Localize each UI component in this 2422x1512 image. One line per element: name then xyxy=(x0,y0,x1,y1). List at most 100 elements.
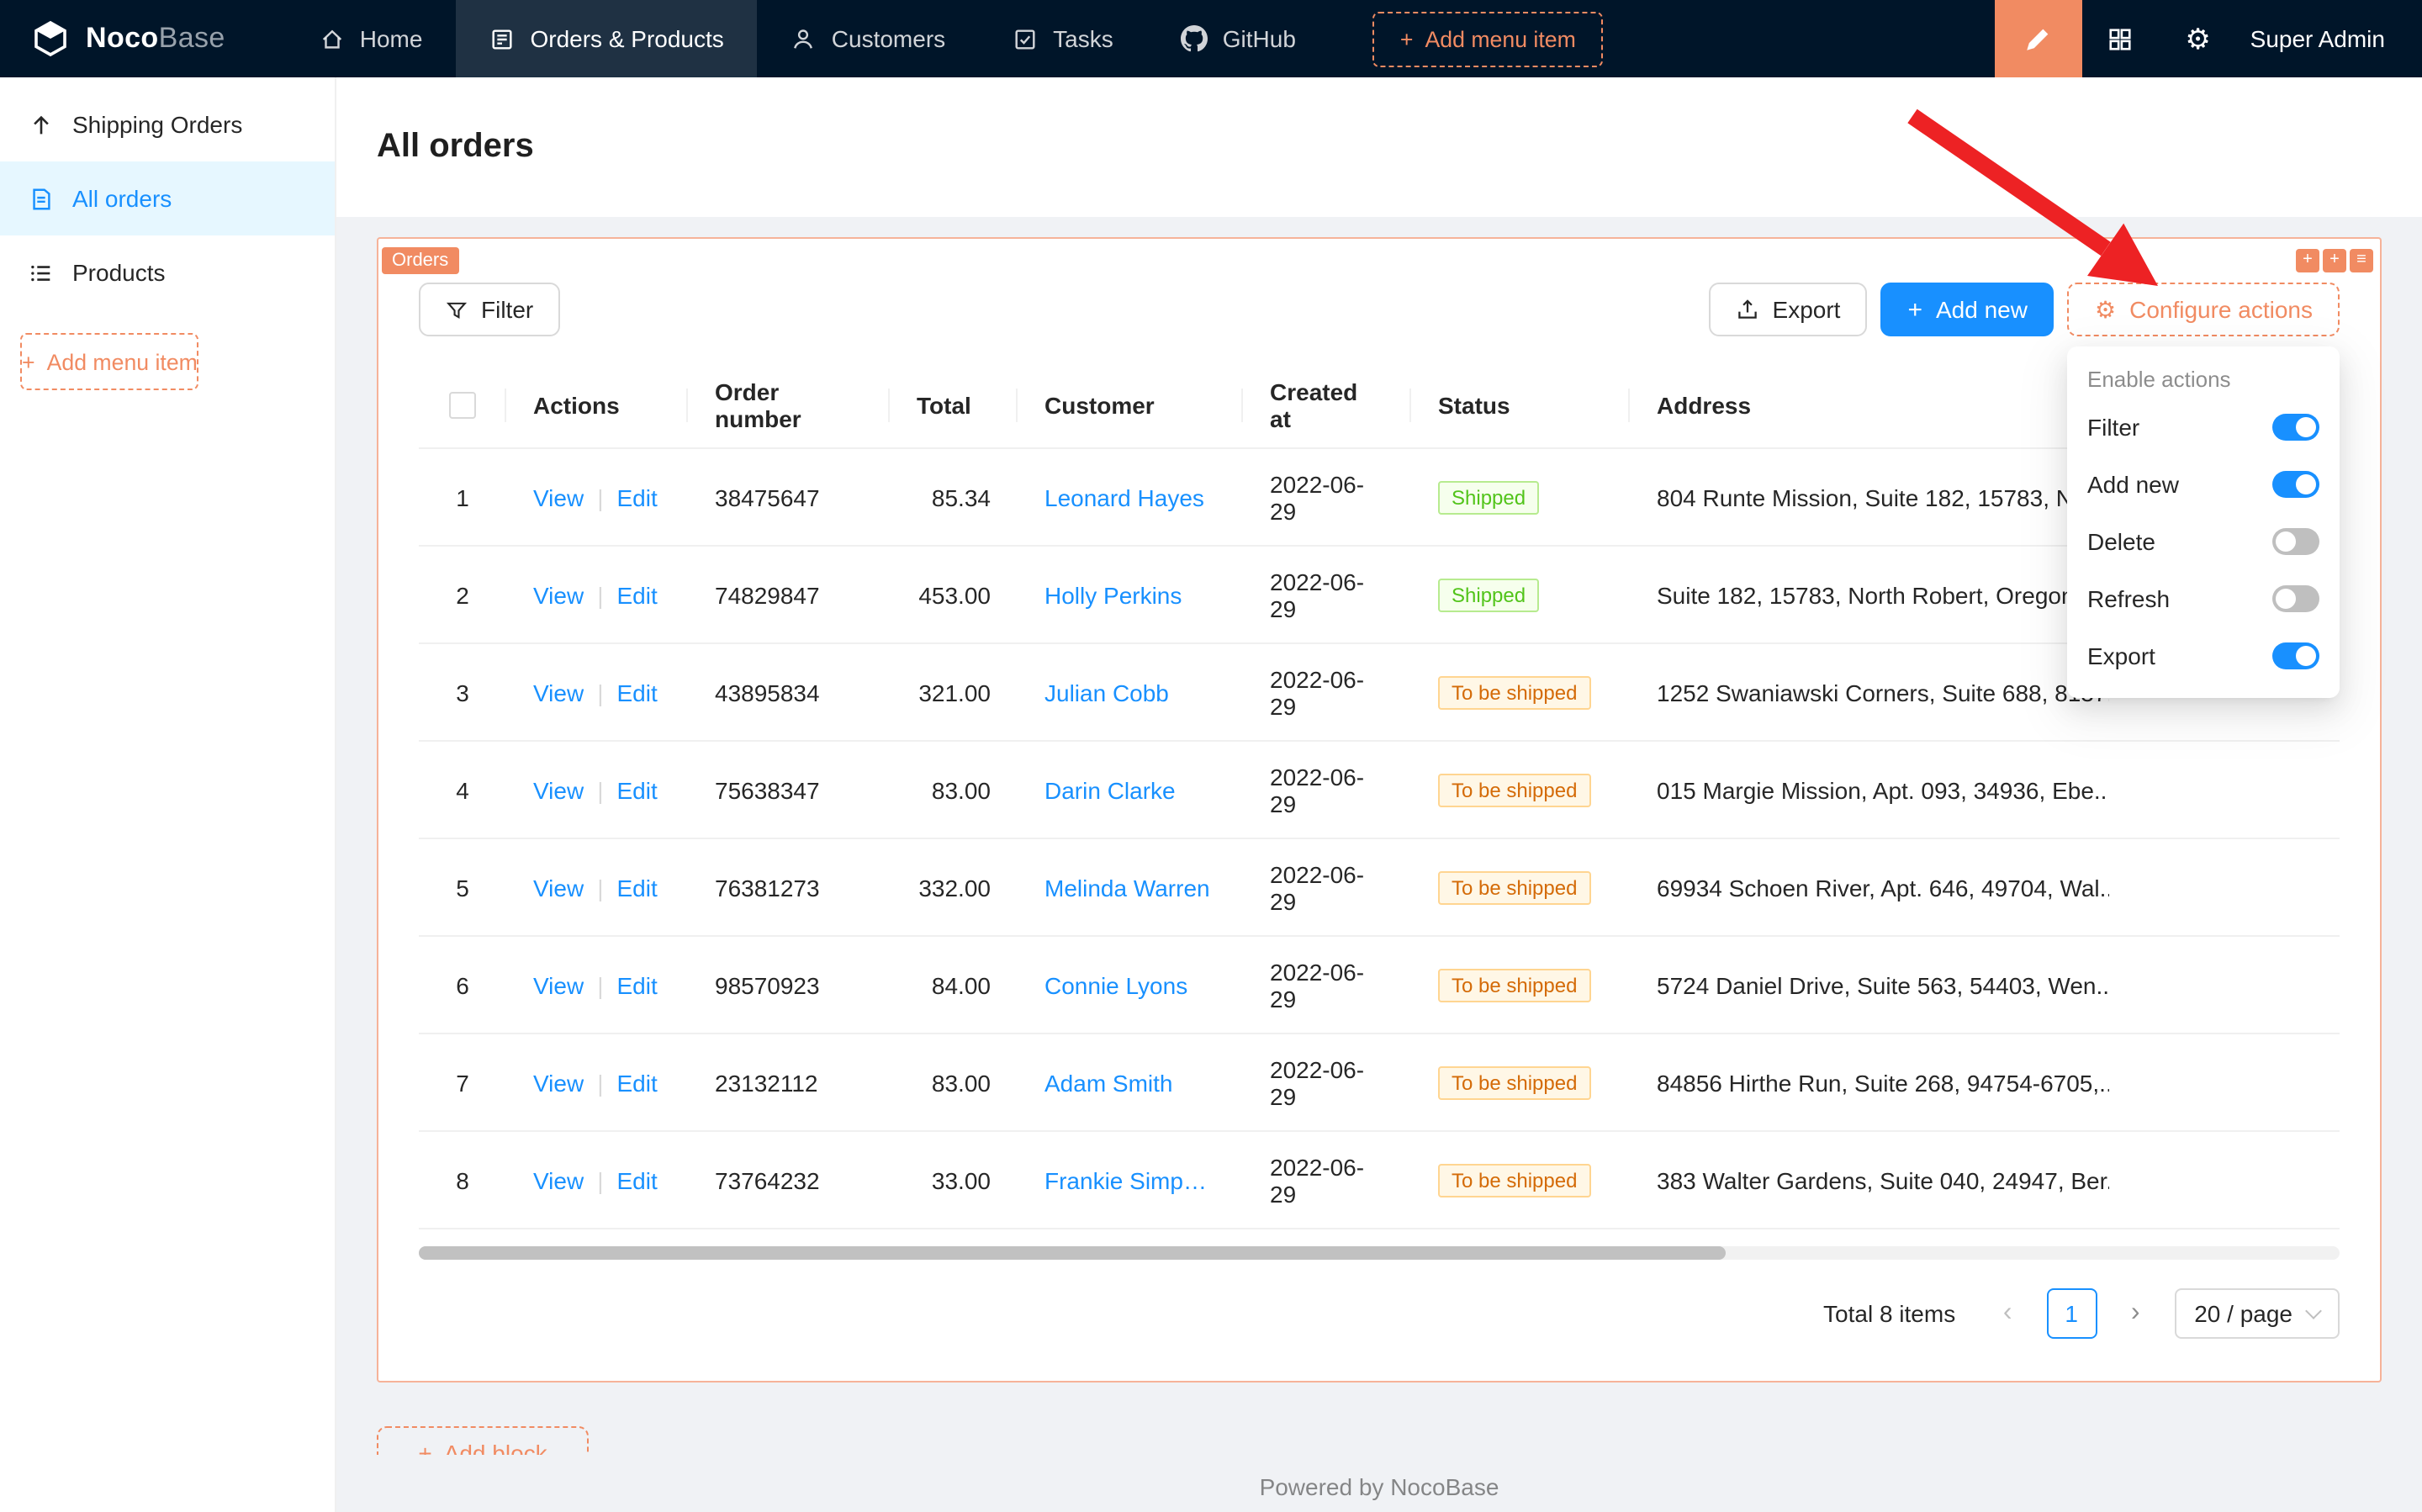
add-new-button[interactable]: + Add new xyxy=(1880,283,2054,336)
address-cell: 804 Runte Mission, Suite 182, 15783, N..… xyxy=(1630,449,2109,545)
edit-link[interactable]: Edit xyxy=(616,776,657,803)
order-number-cell: 76381273 xyxy=(688,839,890,935)
edit-link[interactable]: Edit xyxy=(616,1166,657,1193)
customer-link[interactable]: Leonard Hayes xyxy=(1044,484,1204,510)
row-actions: View | Edit xyxy=(506,1034,688,1130)
configure-actions-button[interactable]: ⚙ Configure actions xyxy=(2068,283,2340,336)
menu-item-export[interactable]: Export xyxy=(2067,627,2340,685)
page-header: All orders xyxy=(336,77,2422,217)
view-link[interactable]: View xyxy=(533,679,584,706)
horizontal-scrollbar-thumb[interactable] xyxy=(419,1246,1725,1260)
pagination-total: Total 8 items xyxy=(1823,1300,1955,1327)
edit-link[interactable]: Edit xyxy=(616,581,657,608)
customer-link[interactable]: Connie Lyons xyxy=(1044,971,1187,998)
filter-button[interactable]: Filter xyxy=(419,283,560,336)
app: NocoBase HomeOrders & ProductsCustomersT… xyxy=(0,0,2422,1512)
table-row: 8 View | Edit 73764232 33.00 Frankie Sim… xyxy=(419,1132,2340,1229)
column-header-total: Total xyxy=(890,363,1018,447)
menu-item-add-new[interactable]: Add new xyxy=(2067,456,2340,513)
menu-item-filter[interactable]: Filter xyxy=(2067,399,2340,456)
table-header-row: ActionsOrder numberTotalCustomerCreated … xyxy=(419,363,2340,449)
refresh-switch[interactable] xyxy=(2272,585,2319,612)
status-badge: To be shipped xyxy=(1438,773,1590,806)
view-link[interactable]: View xyxy=(533,776,584,803)
footer-text: Powered by NocoBase xyxy=(336,1473,2422,1500)
edit-link[interactable]: Edit xyxy=(616,484,657,510)
current-page-button[interactable]: 1 xyxy=(2046,1288,2097,1339)
divider: | xyxy=(597,1166,603,1193)
filter-switch[interactable] xyxy=(2272,414,2319,441)
table-row: 4 View | Edit 75638347 83.00 Darin Clark… xyxy=(419,742,2340,839)
nav-item-orders-products[interactable]: Orders & Products xyxy=(456,0,757,77)
order-number-cell: 23132112 xyxy=(688,1034,890,1130)
plus-icon: + xyxy=(418,1440,431,1455)
export-switch[interactable] xyxy=(2272,642,2319,669)
settings-button[interactable]: ⚙ xyxy=(2160,0,2237,77)
view-link[interactable]: View xyxy=(533,874,584,901)
sidebar-item-products[interactable]: Products xyxy=(0,235,335,309)
total-cell: 85.34 xyxy=(890,449,1018,545)
view-link[interactable]: View xyxy=(533,1069,584,1096)
view-link[interactable]: View xyxy=(533,971,584,998)
edit-link[interactable]: Edit xyxy=(616,679,657,706)
select-all-checkbox[interactable] xyxy=(449,392,476,419)
sidebar-item-all-orders[interactable]: All orders xyxy=(0,161,335,235)
nav-item-home[interactable]: Home xyxy=(286,0,457,77)
nav-item-github[interactable]: GitHub xyxy=(1147,0,1330,77)
divider: | xyxy=(597,484,603,510)
view-link[interactable]: View xyxy=(533,581,584,608)
sidebar-add-menu-item-button[interactable]: + Add menu item xyxy=(20,333,199,390)
customer-link[interactable]: Darin Clarke xyxy=(1044,776,1176,803)
view-link[interactable]: View xyxy=(533,484,584,510)
table-row: 7 View | Edit 23132112 83.00 Adam Smith … xyxy=(419,1034,2340,1132)
order-number-cell: 73764232 xyxy=(688,1132,890,1228)
row-index: 3 xyxy=(419,644,506,740)
plus-icon: + xyxy=(1907,297,1922,322)
customer-link[interactable]: Julian Cobb xyxy=(1044,679,1169,706)
page-size-select[interactable]: 20 / page xyxy=(2174,1288,2340,1339)
order-number-cell: 98570923 xyxy=(688,937,890,1033)
block-menu-icon[interactable]: ≡ xyxy=(2350,249,2373,272)
menu-item-refresh[interactable]: Refresh xyxy=(2067,570,2340,627)
prev-page-button[interactable]: ‹ xyxy=(1982,1288,2033,1339)
add-block-button[interactable]: + Add block xyxy=(377,1426,589,1455)
add-action-icon[interactable]: + xyxy=(2323,249,2346,272)
customer-link[interactable]: Melinda Warren xyxy=(1044,874,1210,901)
table-toolbar: Filter Export + Add new xyxy=(419,283,2340,336)
navbar-right: ⚙ Super Admin xyxy=(1995,0,2422,77)
edit-link[interactable]: Edit xyxy=(616,1069,657,1096)
edit-link[interactable]: Edit xyxy=(616,874,657,901)
nocobase-logo[interactable]: NocoBase xyxy=(30,0,225,77)
add-column-icon[interactable]: + xyxy=(2296,249,2319,272)
edit-link[interactable]: Edit xyxy=(616,971,657,998)
navbar-add-menu-item-button[interactable]: + Add menu item xyxy=(1373,11,1603,66)
sidebar: Shipping OrdersAll ordersProducts + Add … xyxy=(0,77,336,1512)
menu-item-delete[interactable]: Delete xyxy=(2067,513,2340,570)
customer-link[interactable]: Holly Perkins xyxy=(1044,581,1182,608)
horizontal-scrollbar-track xyxy=(419,1246,2340,1260)
sidebar-item-shipping-orders[interactable]: Shipping Orders xyxy=(0,87,335,161)
nav-item-tasks[interactable]: Tasks xyxy=(979,0,1147,77)
table-row: 1 View | Edit 38475647 85.34 Leonard Hay… xyxy=(419,449,2340,547)
table-row: 3 View | Edit 43895834 321.00 Julian Cob… xyxy=(419,644,2340,742)
orders-table-block: Orders + + ≡ Filter xyxy=(377,237,2382,1382)
created-at-cell: 2022-06-29 xyxy=(1243,742,1411,838)
status-badge: To be shipped xyxy=(1438,1163,1590,1197)
ui-editor-button[interactable] xyxy=(1995,0,2082,77)
add-new-switch[interactable] xyxy=(2272,471,2319,498)
created-at-cell: 2022-06-29 xyxy=(1243,547,1411,642)
next-page-button[interactable]: › xyxy=(2110,1288,2160,1339)
view-link[interactable]: View xyxy=(533,1166,584,1193)
export-button[interactable]: Export xyxy=(1709,283,1868,336)
user-menu[interactable]: Super Admin xyxy=(2237,0,2422,77)
created-at-cell: 2022-06-29 xyxy=(1243,839,1411,935)
column-header-created-at: Created at xyxy=(1243,363,1411,447)
delete-switch[interactable] xyxy=(2272,528,2319,555)
plugins-grid-button[interactable] xyxy=(2082,0,2160,77)
tasks-icon xyxy=(1013,26,1038,51)
order-number-cell: 38475647 xyxy=(688,449,890,545)
nav-item-customers[interactable]: Customers xyxy=(758,0,979,77)
total-cell: 453.00 xyxy=(890,547,1018,642)
customer-link[interactable]: Adam Smith xyxy=(1044,1069,1173,1096)
customer-link[interactable]: Frankie Simpson xyxy=(1044,1166,1216,1193)
